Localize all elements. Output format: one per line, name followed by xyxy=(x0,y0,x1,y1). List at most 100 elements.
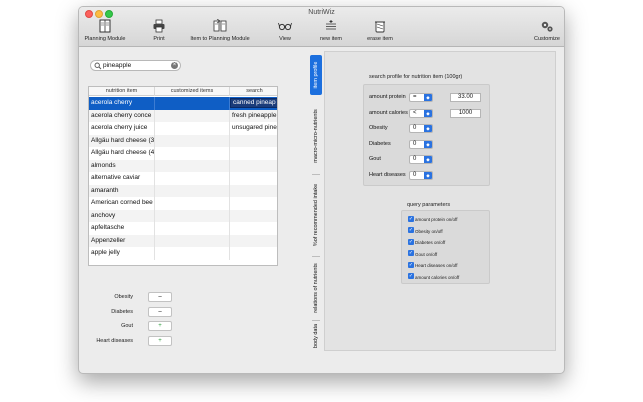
chevron-updown-icon: ◆ xyxy=(424,94,432,101)
query-parameter-checkbox[interactable]: ✓ Obesity on/off xyxy=(408,227,443,237)
cell-customized-item xyxy=(155,97,230,110)
table-row[interactable]: alternative caviar xyxy=(89,172,277,185)
cell-customized-item xyxy=(155,209,230,222)
tab-macro-micro-nutrients[interactable]: macro-micro-nutrients xyxy=(310,100,322,172)
table-row[interactable]: apple jelly xyxy=(89,247,277,260)
query-parameter-checkbox[interactable]: ✓ amount protein on/off xyxy=(408,215,457,225)
table-row[interactable]: anchovy xyxy=(89,209,277,223)
vertical-tab-bar: item profile macro-micro-nutrients %of r… xyxy=(310,55,322,350)
table-row[interactable]: American corned bee xyxy=(89,197,277,210)
cell-search-editor[interactable]: canned pineap xyxy=(230,98,277,108)
item-to-planning-icon xyxy=(213,19,227,32)
cell-customized-item xyxy=(155,247,230,260)
search-field[interactable]: pineapple × xyxy=(90,60,181,71)
profile-operator-popup[interactable]: 0 ◆ xyxy=(409,139,433,149)
indicator-value-button[interactable]: – xyxy=(148,306,172,317)
tab-recommended-intake[interactable]: %of recommended intake xyxy=(310,176,322,254)
query-parameter-checkbox[interactable]: ✓ Heart diseases on/off xyxy=(408,261,457,271)
checkbox-checked-icon: ✓ xyxy=(408,261,414,268)
checkbox-checked-icon: ✓ xyxy=(408,250,414,257)
table-row[interactable]: apfeltasche xyxy=(89,222,277,235)
cell-customized-item xyxy=(155,222,230,235)
cell-nutrition-item: Appenzeller xyxy=(89,234,155,247)
profile-operator-popup[interactable]: 0 ◆ xyxy=(409,170,433,180)
query-parameter-label: Obesity on/off xyxy=(415,228,443,234)
table-row[interactable]: amaranth xyxy=(89,184,277,197)
cell-nutrition-item: Allgäu hard cheese (4 xyxy=(89,147,155,160)
cell-search xyxy=(230,197,277,210)
profile-value-field[interactable]: 1000 xyxy=(450,108,481,118)
chevron-updown-icon: ◆ xyxy=(424,125,432,132)
column-header-search[interactable]: search xyxy=(230,87,277,96)
tab-body-data[interactable]: body data xyxy=(310,322,322,350)
profile-operator-popup[interactable]: = ◆ xyxy=(409,93,433,102)
table-row[interactable]: acerola cherry canned pineap xyxy=(89,97,277,110)
profile-operator-popup[interactable]: 0 ◆ xyxy=(409,124,433,133)
search-icon xyxy=(94,62,102,70)
indicator-label: Heart diseases xyxy=(96,337,133,344)
gears-icon xyxy=(541,21,553,32)
toolbar-customize[interactable]: Customize xyxy=(531,19,563,42)
tab-label: body data xyxy=(313,323,319,349)
indicator-label: Diabetes xyxy=(111,308,133,315)
glasses-icon xyxy=(278,22,292,31)
table-row[interactable]: acerola cherry conce fresh pineapple xyxy=(89,109,277,122)
operator-value: 0 xyxy=(413,171,417,178)
nutrition-table[interactable]: nutrition item customized items search a… xyxy=(88,86,278,266)
table-row[interactable]: Allgäu hard cheese (3 xyxy=(89,134,277,148)
cell-nutrition-item: amaranth xyxy=(89,184,155,197)
operator-value: 0 xyxy=(413,156,417,162)
tab-relations-of-nutrients[interactable]: relations of nutrients xyxy=(310,258,322,318)
indicator-label: Gout xyxy=(121,323,133,329)
tab-content-panel: search profile for nutrition item (100gr… xyxy=(324,51,556,351)
chevron-updown-icon: ◆ xyxy=(424,156,432,163)
operator-value: = xyxy=(413,94,417,100)
profile-operator-popup[interactable]: < ◆ xyxy=(409,108,433,118)
toolbar-label: Item to Planning Module xyxy=(190,36,250,42)
indicator-value-button[interactable]: + xyxy=(148,321,172,331)
table-row[interactable]: Allgäu hard cheese (4 xyxy=(89,147,277,160)
table-header: nutrition item customized items search xyxy=(89,87,277,96)
trash-icon xyxy=(375,21,385,33)
tab-label: macro-micro-nutrients xyxy=(313,109,319,163)
column-header-customized-items[interactable]: customized items xyxy=(155,87,230,96)
cell-nutrition-item: acerola cherry juice xyxy=(89,122,155,135)
cell-search xyxy=(230,210,277,223)
tab-item-profile[interactable]: item profile xyxy=(310,55,322,95)
indicator-value-button[interactable]: – xyxy=(148,292,172,302)
toolbar-planning-module[interactable]: Planning Module xyxy=(83,19,127,42)
query-parameter-checkbox[interactable]: ✓ Gout on/off xyxy=(408,250,437,260)
cell-search xyxy=(230,135,277,148)
cell-customized-item xyxy=(155,172,230,185)
query-parameters-title: query parameters xyxy=(407,202,451,208)
operator-value: < xyxy=(413,109,417,116)
profile-value-field[interactable]: 33.00 xyxy=(450,93,481,102)
table-row[interactable]: almonds xyxy=(89,159,277,172)
column-header-nutrition-item[interactable]: nutrition item xyxy=(89,87,155,96)
toolbar-label: erase item xyxy=(367,36,393,42)
toolbar-view[interactable]: View xyxy=(275,19,295,42)
tab-label: item profile xyxy=(313,61,319,89)
window-title: NutriWiz xyxy=(308,9,335,16)
query-parameters-group: ✓ amount protein on/off ✓ Obesity on/off ✓ Di… xyxy=(401,210,490,284)
search-profile-group: amount protein = ◆ 33.00 amount calories < ◆ 10… xyxy=(363,84,490,186)
toolbar-print[interactable]: Print xyxy=(147,19,171,42)
indicator-label: Obesity xyxy=(114,294,133,300)
toolbar-item-to-planning[interactable]: Item to Planning Module xyxy=(187,19,253,42)
profile-operator-popup[interactable]: 0 ◆ xyxy=(409,155,433,164)
search-input-value[interactable]: pineapple xyxy=(103,62,131,69)
clear-search-icon[interactable]: × xyxy=(171,62,178,69)
operator-value: 0 xyxy=(413,140,417,147)
query-parameter-label: amount calories on/off xyxy=(415,274,460,280)
toolbar-new-item[interactable]: new item xyxy=(315,19,347,42)
toolbar-erase-item[interactable]: erase item xyxy=(363,19,397,42)
indicator-value-button[interactable]: + xyxy=(148,335,172,346)
cell-nutrition-item: acerola cherry conce xyxy=(89,109,155,122)
cell-customized-item xyxy=(155,147,230,160)
query-parameter-checkbox[interactable]: ✓ amount calories on/off xyxy=(408,273,460,283)
table-row[interactable]: acerola cherry juice unsugared pine xyxy=(89,122,277,135)
query-parameter-checkbox[interactable]: ✓ Diabetes on/off xyxy=(408,238,445,248)
cell-customized-item xyxy=(155,234,230,247)
cell-search xyxy=(230,222,277,235)
table-row[interactable]: Appenzeller xyxy=(89,234,277,247)
